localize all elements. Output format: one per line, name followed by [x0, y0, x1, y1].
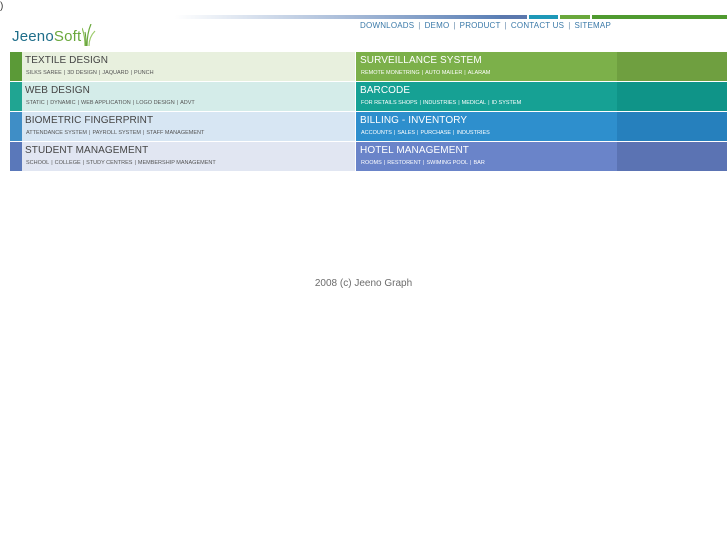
- product-sublink[interactable]: JAQUARD: [102, 70, 128, 76]
- product-sublinks: SILKS SAREE | 3D DESIGN | JAQUARD | PUNCH: [26, 70, 154, 77]
- product-tile-billing-inventory[interactable]: BILLING - INVENTORY ACCOUNTS | SALES | PURCHA…: [356, 112, 727, 141]
- stray-text: ): [0, 1, 4, 12]
- nav-separator: |: [453, 21, 456, 30]
- product-sublink[interactable]: INDUSTRIES: [423, 100, 456, 106]
- product-tile-barcode[interactable]: BARCODE FOR RETAILS SHOPS | INDUSTRIES | MEDI…: [356, 82, 727, 111]
- topbar-segment: [500, 15, 527, 19]
- tile-tail-shade: [617, 142, 727, 171]
- product-sublink[interactable]: ACCOUNTS: [361, 130, 392, 136]
- nav-link-product[interactable]: PRODUCT: [460, 21, 501, 30]
- product-tile-textile-design[interactable]: TEXTILE DESIGN SILKS SAREE | 3D DESIGN | JAQU…: [10, 52, 355, 81]
- product-sublink[interactable]: ADVT: [180, 100, 195, 106]
- topbar-segment: [560, 15, 590, 19]
- product-sublink[interactable]: 3D DESIGN: [67, 70, 97, 76]
- product-tile-web-design[interactable]: WEB DESIGN STATIC | DYNAMIC | WEB APPLICATION…: [10, 82, 355, 111]
- logo-text: JeenoSoft: [12, 28, 82, 45]
- product-title[interactable]: BARCODE: [360, 85, 410, 97]
- product-sublinks: ATTENDANCE SYSTEM | PAYROLL SYSTEM | STAFF M…: [26, 130, 204, 137]
- product-sublink[interactable]: BAR: [473, 160, 484, 166]
- logo[interactable]: JeenoSoft: [12, 20, 96, 46]
- product-sublink[interactable]: SWIMING POOL: [426, 160, 468, 166]
- nav-link-sitemap[interactable]: SITEMAP: [574, 21, 611, 30]
- nav-separator: |: [504, 21, 507, 30]
- product-sublink[interactable]: ATTENDANCE SYSTEM: [26, 130, 87, 136]
- product-title[interactable]: BILLING - INVENTORY: [360, 115, 467, 127]
- product-tile-surveillance-system[interactable]: SURVEILLANCE SYSTEM REMOTE MONETRING | AUTO…: [356, 52, 727, 81]
- product-sublink[interactable]: STATIC: [26, 100, 45, 106]
- product-sublink[interactable]: SCHOOL: [26, 160, 49, 166]
- product-sublink[interactable]: LOGO DESIGN: [136, 100, 175, 106]
- nav-separator: |: [568, 21, 571, 30]
- product-title[interactable]: HOTEL MANAGEMENT: [360, 145, 469, 157]
- product-sublink[interactable]: PURCHASE: [420, 130, 451, 136]
- nav-link-demo[interactable]: DEMO: [425, 21, 450, 30]
- footer-copyright: 2008 (c) Jeeno Graph: [314, 278, 413, 289]
- product-sublinks: STATIC | DYNAMIC | WEB APPLICATION | LOGO DESI…: [26, 100, 195, 107]
- product-grid: TEXTILE DESIGN SILKS SAREE | 3D DESIGN | JAQU…: [10, 52, 727, 173]
- topbar-segment: [529, 15, 558, 19]
- product-sublinks: REMOTE MONETRING | AUTO MAILER | ALARAM: [361, 70, 490, 77]
- tile-accent-bar: [10, 82, 22, 111]
- product-sublink[interactable]: AUTO MAILER: [425, 70, 462, 76]
- product-sublink[interactable]: MEDICAL: [462, 100, 486, 106]
- product-title[interactable]: SURVEILLANCE SYSTEM: [360, 55, 482, 67]
- product-sublink[interactable]: FOR RETAILS SHOPS: [361, 100, 417, 106]
- product-title[interactable]: WEB DESIGN: [25, 85, 90, 97]
- product-sublink[interactable]: COLLEGE: [55, 160, 81, 166]
- product-sublink[interactable]: WEB APPLICATION: [81, 100, 131, 106]
- topbar-segment: [592, 15, 727, 19]
- product-sublinks: ACCOUNTS | SALES | PURCHASE | INDUSTRIES: [361, 130, 490, 137]
- product-sublink[interactable]: ALARAM: [468, 70, 491, 76]
- product-sublink[interactable]: DYNAMIC: [50, 100, 75, 106]
- product-tile-biometric-fingerprint[interactable]: BIOMETRIC FINGERPRINT ATTENDANCE SYSTEM | P…: [10, 112, 355, 141]
- product-sublinks: FOR RETAILS SHOPS | INDUSTRIES | MEDICAL | ID …: [361, 100, 521, 107]
- tile-tail-shade: [617, 112, 727, 141]
- product-sublink[interactable]: REMOTE MONETRING: [361, 70, 420, 76]
- product-tile-hotel-management[interactable]: HOTEL MANAGEMENT ROOMS | RESTORENT | SWIMING …: [356, 142, 727, 171]
- tile-tail-shade: [617, 82, 727, 111]
- product-sublink[interactable]: SILKS SAREE: [26, 70, 62, 76]
- product-sublink[interactable]: STUDY CENTRES: [86, 160, 132, 166]
- grass-icon: [82, 24, 96, 46]
- nav-link-downloads[interactable]: DOWNLOADS: [360, 21, 414, 30]
- product-title[interactable]: BIOMETRIC FINGERPRINT: [25, 115, 153, 127]
- tile-accent-bar: [10, 52, 22, 81]
- product-tile-student-management[interactable]: STUDENT MANAGEMENT SCHOOL | COLLEGE | STUDY C…: [10, 142, 355, 171]
- tile-accent-bar: [10, 142, 22, 171]
- product-sublink[interactable]: PAYROLL SYSTEM: [92, 130, 141, 136]
- nav-separator: |: [418, 21, 421, 30]
- top-nav: DOWNLOADS | DEMO | PRODUCT | CONTACT US | SITEMA…: [360, 21, 611, 30]
- product-sublink[interactable]: ID SYSTEM: [492, 100, 522, 106]
- product-sublink[interactable]: RESTORENT: [387, 160, 421, 166]
- product-sublinks: ROOMS | RESTORENT | SWIMING POOL | BAR: [361, 160, 485, 167]
- product-title[interactable]: TEXTILE DESIGN: [25, 55, 108, 67]
- tile-tail-shade: [617, 52, 727, 81]
- product-sublink[interactable]: SALES: [397, 130, 415, 136]
- product-sublink[interactable]: PUNCH: [134, 70, 154, 76]
- product-sublink[interactable]: MEMBERSHIP MANAGEMENT: [138, 160, 216, 166]
- product-title[interactable]: STUDENT MANAGEMENT: [25, 145, 148, 157]
- product-sublink[interactable]: ROOMS: [361, 160, 382, 166]
- header-decoration-bar: [175, 15, 727, 19]
- nav-link-contact-us[interactable]: CONTACT US: [511, 21, 564, 30]
- tile-accent-bar: [10, 112, 22, 141]
- product-sublinks: SCHOOL | COLLEGE | STUDY CENTRES | MEMBERSHIP …: [26, 160, 216, 167]
- product-sublink[interactable]: STAFF MANAGEMENT: [146, 130, 204, 136]
- product-sublink[interactable]: INDUSTRIES: [456, 130, 489, 136]
